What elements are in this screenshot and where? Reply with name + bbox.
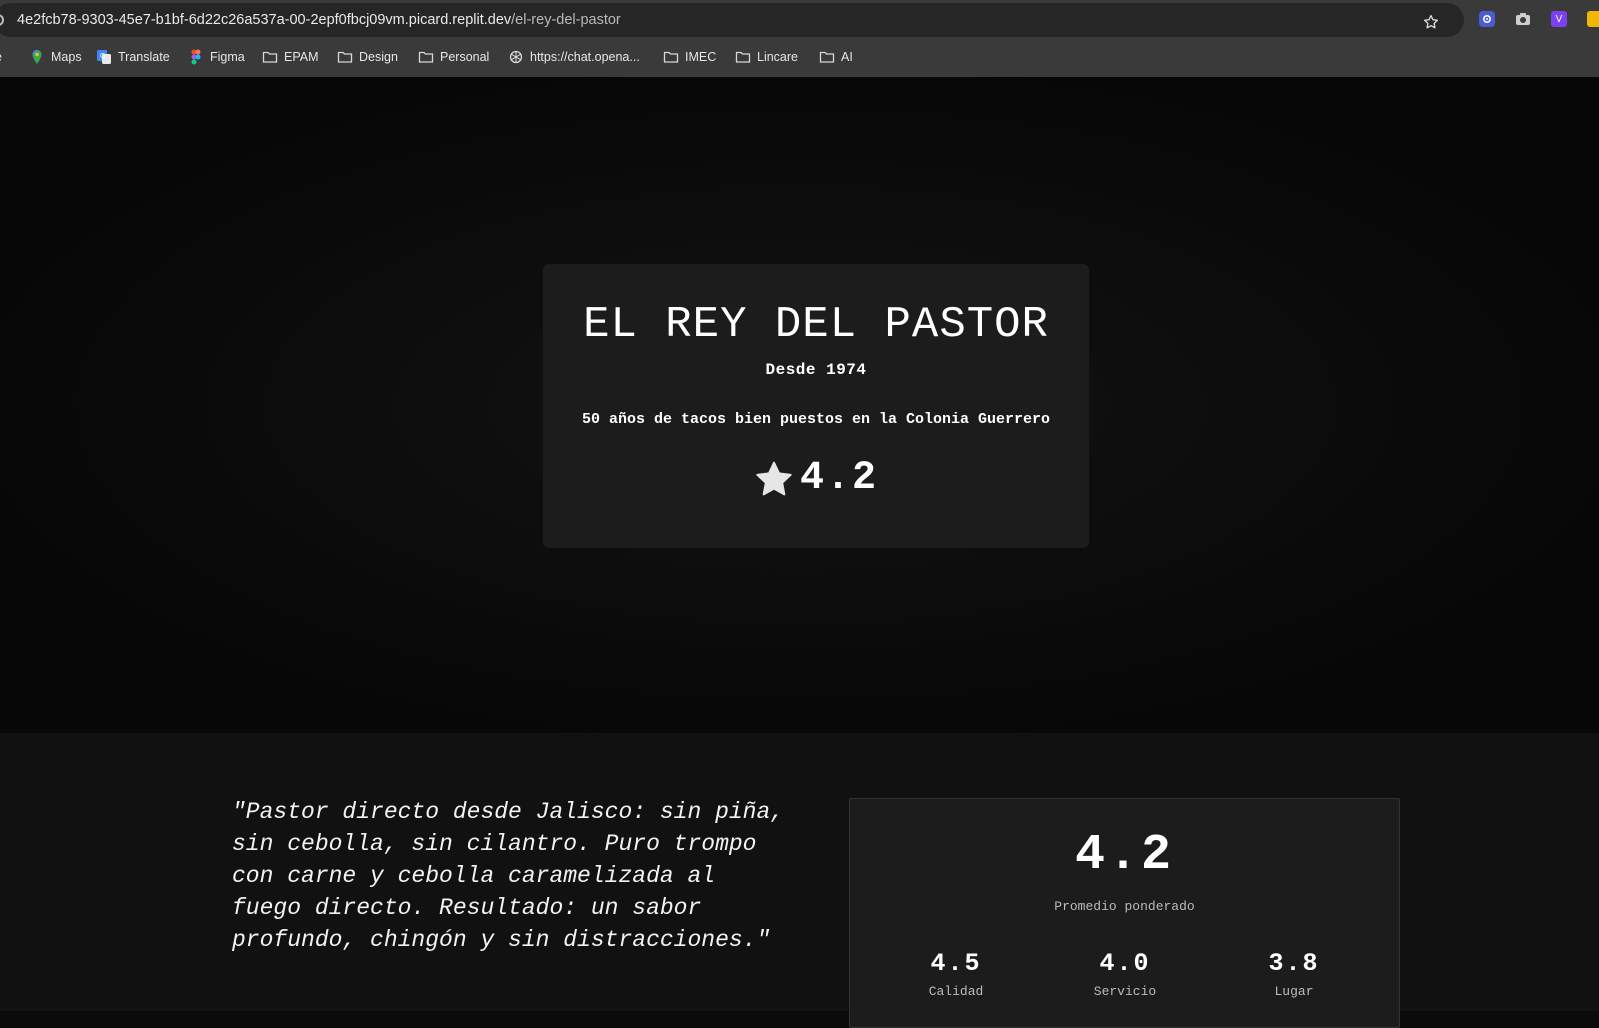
subscore-value: 4.0	[1099, 949, 1151, 978]
bookmark-label: Figma	[210, 50, 245, 64]
subscore-calidad: 4.5 Calidad	[896, 949, 1016, 999]
bookmark-chatgpt[interactable]: https://chat.opena...	[508, 44, 640, 70]
subscore-value: 3.8	[1268, 949, 1320, 978]
bookmark-label: Personal	[440, 50, 490, 64]
hero-rating: 4.2	[543, 456, 1089, 501]
bookmark-star-icon[interactable]	[1422, 13, 1440, 31]
folder-icon	[337, 51, 353, 63]
maps-icon	[32, 50, 42, 64]
v-extension-label: V	[1555, 13, 1563, 25]
openai-icon	[509, 50, 523, 64]
bookmark-label: Design	[359, 50, 398, 64]
svg-text:G: G	[100, 53, 105, 60]
bookmarks-bar: pe Maps G Translate Figma	[0, 44, 1599, 70]
bookmark-pe[interactable]: pe	[0, 44, 2, 70]
folder-icon	[663, 51, 679, 63]
subscore-label: Calidad	[928, 984, 984, 999]
bookmark-label: AI	[841, 50, 853, 64]
bookmark-label: pe	[0, 50, 2, 64]
url-text[interactable]: 4e2fcb78-9303-45e7-b1bf-6d22c26a537a-00-…	[17, 12, 621, 28]
yellow-extension-icon[interactable]	[1587, 11, 1599, 27]
restaurant-title: EL REY DEL PASTOR	[583, 300, 1049, 350]
bookmark-label: Maps	[51, 50, 82, 64]
figma-icon	[191, 49, 201, 65]
bookmark-label: Translate	[118, 50, 170, 64]
since-text: Desde 1974	[765, 361, 867, 379]
browser-chrome: 4e2fcb78-9303-45e7-b1bf-6d22c26a537a-00-…	[0, 0, 1599, 77]
bookmark-label: Lincare	[757, 50, 798, 64]
bookmark-label: EPAM	[284, 50, 319, 64]
star-icon	[756, 461, 792, 495]
url-host: 4e2fcb78-9303-45e7-b1bf-6d22c26a537a-00-…	[17, 12, 512, 28]
address-bar[interactable]: 4e2fcb78-9303-45e7-b1bf-6d22c26a537a-00-…	[0, 3, 1464, 37]
overall-score-label: Promedio ponderado	[1054, 899, 1195, 914]
folder-icon	[819, 51, 835, 63]
bookmark-lincare[interactable]: Lincare	[735, 44, 798, 70]
tagline-text: 50 años de tacos bien puestos en la Colo…	[581, 411, 1051, 428]
translate-icon: G	[97, 50, 111, 64]
folder-icon	[418, 51, 434, 63]
v-extension-icon[interactable]: V	[1551, 11, 1567, 27]
bookmark-epam[interactable]: EPAM	[262, 44, 319, 70]
bookmark-label: https://chat.opena...	[530, 50, 640, 64]
bookmark-imec[interactable]: IMEC	[663, 44, 716, 70]
score-card: 4.2 Promedio ponderado 4.5 Calidad 4.0 S…	[849, 798, 1400, 1028]
overall-score: 4.2	[1074, 827, 1174, 884]
url-path: /el-rey-del-pastor	[511, 12, 621, 28]
hero-rating-value: 4.2	[799, 456, 878, 501]
folder-icon	[735, 51, 751, 63]
subscore-lugar: 3.8 Lugar	[1234, 949, 1354, 999]
site-info-icon[interactable]	[0, 14, 4, 26]
camera-extension-icon[interactable]	[1515, 11, 1531, 27]
bookmark-label: IMEC	[685, 50, 717, 64]
bookmark-translate[interactable]: G Translate	[96, 44, 170, 70]
subscore-servicio: 4.0 Servicio	[1065, 949, 1185, 999]
subscore-label: Lugar	[1274, 984, 1314, 999]
subscore-value: 4.5	[930, 949, 982, 978]
folder-icon	[262, 51, 278, 63]
hero-section: EL REY DEL PASTOR Desde 1974 50 años de …	[0, 77, 1599, 733]
hero-card: EL REY DEL PASTOR Desde 1974 50 años de …	[543, 264, 1089, 548]
gear-extension-icon[interactable]	[1479, 11, 1495, 27]
bookmark-maps[interactable]: Maps	[29, 44, 82, 70]
bookmark-design[interactable]: Design	[337, 44, 398, 70]
bookmark-figma[interactable]: Figma	[188, 44, 245, 70]
review-quote: "Pastor directo desde Jalisco: sin piña,…	[232, 799, 785, 953]
bookmark-ai[interactable]: AI	[819, 44, 853, 70]
subscore-label: Servicio	[1093, 984, 1157, 999]
bookmark-personal[interactable]: Personal	[418, 44, 489, 70]
review-section: "Pastor directo desde Jalisco: sin piña,…	[0, 733, 1599, 1028]
